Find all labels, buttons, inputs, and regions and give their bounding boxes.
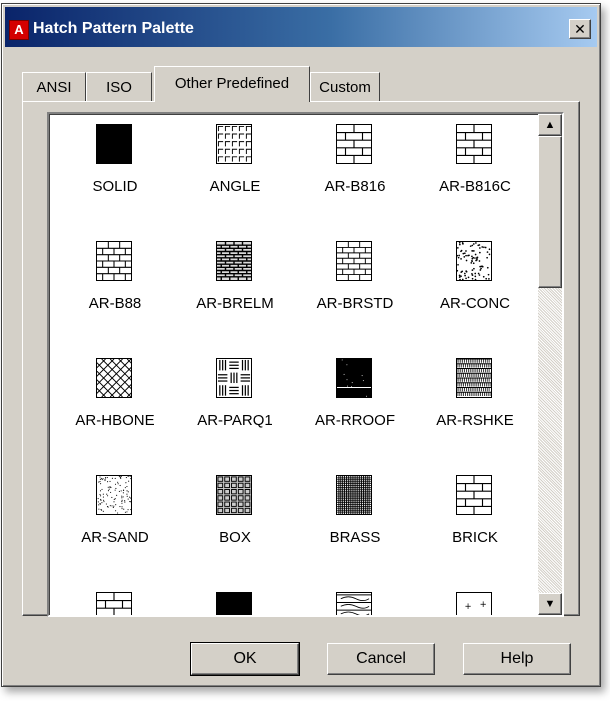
pattern-item[interactable] — [295, 588, 415, 615]
pattern-item[interactable]: AR-B816C — [415, 120, 535, 240]
concrete-icon — [456, 241, 492, 281]
help-button[interactable]: Help — [463, 643, 571, 675]
pattern-item[interactable]: SOLID — [55, 120, 175, 240]
tab-ansi[interactable]: ANSI — [22, 72, 86, 102]
scroll-thumb[interactable] — [538, 136, 562, 288]
ok-button[interactable]: OK — [190, 642, 300, 676]
pattern-label: ANGLE — [209, 178, 261, 195]
tab-other-predefined[interactable]: Other Predefined — [154, 66, 310, 102]
pattern-item[interactable]: AR-RROOF — [295, 354, 415, 474]
angle-grid-icon — [216, 124, 252, 164]
pattern-item[interactable]: ANGLE — [175, 120, 295, 240]
pattern-item[interactable]: BRICK — [415, 471, 535, 591]
pattern-item[interactable]: AR-BRSTD — [295, 237, 415, 357]
box-icon — [216, 475, 252, 515]
wave-partial-icon — [336, 592, 372, 615]
pattern-label: AR-B816C — [439, 178, 511, 195]
pattern-item[interactable]: AR-B816 — [295, 120, 415, 240]
cancel-button[interactable]: Cancel — [327, 643, 435, 675]
solid-fill-icon — [96, 124, 132, 164]
title-bar[interactable]: A Hatch Pattern Palette ✕ — [5, 7, 597, 47]
close-icon: ✕ — [574, 21, 586, 37]
pattern-grid: SOLID ANGLE AR-B816 AR-B816C AR-B88 AR-BRELM A… — [49, 114, 539, 615]
pattern-label: AR-HBONE — [75, 412, 155, 429]
pattern-list[interactable]: SOLID ANGLE AR-B816 AR-B816C AR-B88 AR-BRELM A… — [47, 112, 564, 617]
close-button[interactable]: ✕ — [569, 19, 591, 39]
brass-icon — [336, 475, 372, 515]
pattern-item[interactable]: AR-CONC — [415, 237, 535, 357]
tab-strip: ANSI ISO Other Predefined Custom — [22, 62, 582, 102]
autocad-app-icon: A — [9, 20, 29, 40]
pattern-label: AR-SAND — [81, 529, 149, 546]
brick-partial-icon — [96, 592, 132, 615]
pattern-label: BRICK — [452, 529, 498, 546]
pattern-label: AR-RSHKE — [436, 412, 514, 429]
scroll-down-button[interactable]: ▼ — [538, 593, 562, 615]
herringbone-icon — [96, 358, 132, 398]
pattern-item[interactable] — [55, 588, 175, 615]
pattern-label: AR-BRSTD — [316, 295, 394, 312]
shake-roof-icon — [456, 358, 492, 398]
brick-standard-icon — [336, 241, 372, 281]
pattern-label: AR-B816 — [324, 178, 386, 195]
window-title: Hatch Pattern Palette — [33, 20, 194, 37]
pattern-label: AR-B88 — [88, 295, 142, 312]
arrow-up-icon: ▲ — [544, 119, 556, 131]
brick-large-icon — [456, 124, 492, 164]
pattern-label: BRASS — [329, 529, 381, 546]
sand-icon — [96, 475, 132, 515]
pattern-label: AR-BRELM — [196, 295, 274, 312]
pattern-label: SOLID — [92, 178, 138, 195]
arrow-down-icon: ▼ — [544, 598, 556, 610]
pattern-item[interactable]: AR-BRELM — [175, 237, 295, 357]
pattern-item[interactable]: BOX — [175, 471, 295, 591]
pattern-label: AR-CONC — [440, 295, 510, 312]
pattern-label: BOX — [219, 529, 251, 546]
brick-grid-icon — [96, 241, 132, 281]
svg-text:+: + — [465, 602, 472, 612]
dots-partial-icon: + + — [456, 592, 492, 615]
pattern-item[interactable]: AR-B88 — [55, 237, 175, 357]
pattern-label: AR-PARQ1 — [197, 412, 273, 429]
pattern-item[interactable]: AR-SAND — [55, 471, 175, 591]
brick-elevation-icon — [216, 241, 252, 281]
pattern-item[interactable]: AR-PARQ1 — [175, 354, 295, 474]
brick-icon — [456, 475, 492, 515]
pattern-item[interactable]: AR-HBONE — [55, 354, 175, 474]
parquet-icon — [216, 358, 252, 398]
tab-custom[interactable]: Custom — [310, 72, 380, 102]
pattern-item[interactable]: BRASS — [295, 471, 415, 591]
svg-text:+: + — [480, 600, 487, 610]
pattern-label: AR-RROOF — [315, 412, 395, 429]
tab-iso[interactable]: ISO — [86, 72, 152, 102]
scroll-up-button[interactable]: ▲ — [538, 114, 562, 136]
pattern-item[interactable]: AR-RSHKE — [415, 354, 535, 474]
roof-icon — [336, 358, 372, 398]
pattern-item[interactable] — [175, 588, 295, 615]
brick-large-icon — [336, 124, 372, 164]
solid-partial-icon — [216, 592, 252, 615]
vertical-scrollbar[interactable]: ▲ ▼ — [538, 114, 562, 615]
pattern-item[interactable]: + + — [415, 588, 535, 615]
